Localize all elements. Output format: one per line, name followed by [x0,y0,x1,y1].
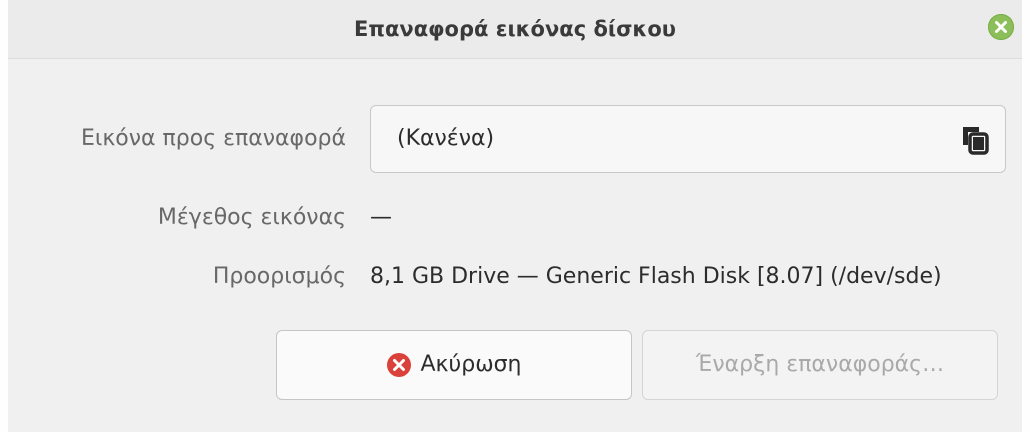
start-restore-button-label: Έναρξη επαναφοράς… [695,352,945,377]
destination-value: 8,1 GB Drive — Generic Flash Disk [8.07]… [370,264,942,289]
window-title: Επαναφορά εικόνας δίσκου [354,17,676,41]
image-file-chooser[interactable]: (Κανένα) [370,105,1006,173]
close-icon [995,21,1007,33]
close-button[interactable] [988,14,1014,40]
cancel-button[interactable]: Ακύρωση [276,330,632,400]
cancel-button-label: Ακύρωση [420,352,522,377]
image-size-value: — [370,205,392,230]
destination-label: Προορισμός [212,264,346,289]
image-file-value: (Κανένα) [397,126,495,151]
image-size-label: Μέγεθος εικόνας [157,205,346,230]
cancel-icon [387,353,412,377]
restore-disk-image-dialog: Επαναφορά εικόνας δίσκου Εικόνα προς επα… [8,0,1022,432]
start-restore-button[interactable]: Έναρξη επαναφοράς… [642,330,998,400]
copy-files-icon [961,125,989,159]
image-label: Εικόνα προς επαναφορά [81,126,346,151]
title-bar: Επαναφορά εικόνας δίσκου [8,0,1022,59]
